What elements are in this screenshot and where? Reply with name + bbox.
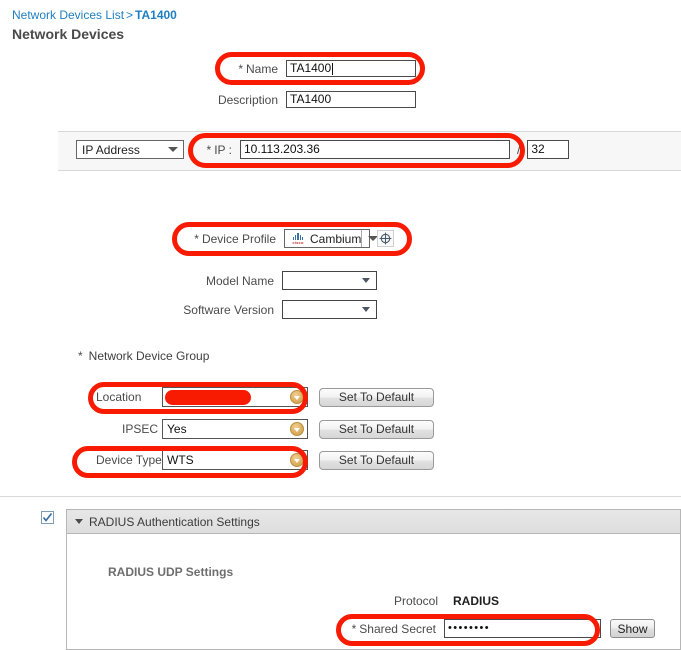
ndg-select-location[interactable] [162, 387, 308, 407]
ndg-row-device-type: Device Type WTS Set To Default [96, 450, 434, 470]
shared-secret-required-mark: * [351, 621, 357, 636]
ndg-label-device-type: Device Type [96, 453, 162, 467]
name-required-mark: * [238, 61, 243, 76]
ip-row: * IP : 10.113.203.36 / 32 [196, 140, 570, 159]
chevron-down-icon [362, 278, 370, 283]
page-title: Network Devices [12, 26, 125, 42]
device-profile-select[interactable]: cisco Cambium [284, 229, 379, 248]
radius-section-title: RADIUS Authentication Settings [89, 514, 260, 529]
globe-target-icon[interactable] [377, 230, 394, 247]
name-label: * Name [238, 61, 278, 76]
ndg-row-ipsec: IPSEC Yes Set To Default [96, 419, 434, 439]
software-version-row: Software Version [176, 300, 377, 319]
device-profile-label: * Device Profile [194, 231, 276, 246]
chevron-down-icon [168, 147, 178, 152]
ndg-value-device-type: WTS [167, 453, 194, 467]
model-name-label: Model Name [205, 273, 274, 288]
device-profile-selected-value: Cambium [310, 231, 362, 246]
ip-mask-separator: / [517, 142, 521, 157]
set-to-default-button-device-type[interactable]: Set To Default [319, 450, 434, 470]
redaction-overlay [165, 390, 251, 405]
chevron-down-circle-icon [290, 422, 304, 436]
breadcrumb-separator: > [126, 8, 134, 22]
description-label: Description [217, 92, 278, 107]
description-input[interactable]: TA1400 [286, 91, 416, 108]
ip-type-selected-value: IP Address [82, 142, 140, 157]
radius-enabled-checkbox[interactable] [41, 511, 54, 524]
name-row: * Name TA1400 [222, 60, 416, 77]
protocol-row: Protocol RADIUS [378, 594, 499, 608]
model-name-select[interactable] [282, 271, 377, 290]
shared-secret-row: * Shared Secret •••••••• Show [344, 619, 655, 638]
description-row: Description TA1400 [202, 91, 416, 108]
ndg-label-location: Location [96, 390, 142, 404]
cisco-logo-icon: cisco [288, 232, 308, 245]
section-divider [0, 496, 681, 497]
name-input[interactable]: TA1400 [286, 60, 416, 77]
shared-secret-input[interactable]: •••••••• [444, 619, 601, 638]
ndg-select-device-type[interactable]: WTS [162, 450, 308, 470]
ip-label: * IP : [206, 142, 232, 157]
ip-type-select[interactable]: IP Address [76, 140, 184, 159]
ndg-value-ipsec: Yes [167, 422, 187, 436]
ndg-required-mark: * [78, 349, 83, 363]
ndg-label-ipsec: IPSEC [121, 422, 158, 436]
radius-section-header[interactable]: RADIUS Authentication Settings [67, 510, 680, 534]
ip-required-mark: * [206, 142, 212, 157]
set-to-default-button-ipsec[interactable]: Set To Default [319, 419, 434, 439]
ndg-select-ipsec[interactable]: Yes [162, 419, 308, 439]
model-name-row: Model Name [176, 271, 377, 290]
protocol-value: RADIUS [453, 594, 500, 608]
set-to-default-button-location[interactable]: Set To Default [319, 387, 434, 407]
software-version-select[interactable] [282, 300, 377, 319]
shared-secret-label: * Shared Secret [351, 621, 436, 636]
select-divider [361, 230, 363, 247]
software-version-label: Software Version [183, 302, 274, 317]
device-profile-required-mark: * [194, 231, 199, 246]
device-profile-row: * Device Profile cisco Cambium [178, 229, 394, 248]
chevron-down-circle-icon [290, 390, 304, 404]
triangle-down-icon [75, 519, 83, 524]
protocol-label: Protocol [393, 594, 438, 608]
ip-mask-input[interactable]: 32 [527, 140, 570, 159]
show-shared-secret-button[interactable]: Show [610, 619, 655, 638]
breadcrumb: Network Devices List > TA1400 [12, 8, 177, 22]
chevron-down-icon [362, 307, 370, 312]
breadcrumb-current-device: TA1400 [135, 8, 177, 22]
breadcrumb-link-network-devices-list[interactable]: Network Devices List [12, 8, 124, 22]
network-device-group-title: * Network Device Group [78, 349, 210, 363]
ndg-row-location: Location Set To Default [96, 387, 434, 407]
ip-type-row: IP Address [76, 140, 184, 159]
network-devices-form-page: Network Devices List > TA1400 Network Devi… [0, 0, 681, 650]
radius-udp-settings-title: RADIUS UDP Settings [108, 565, 234, 579]
ip-input[interactable]: 10.113.203.36 [240, 140, 510, 159]
chevron-down-circle-icon [290, 453, 304, 467]
